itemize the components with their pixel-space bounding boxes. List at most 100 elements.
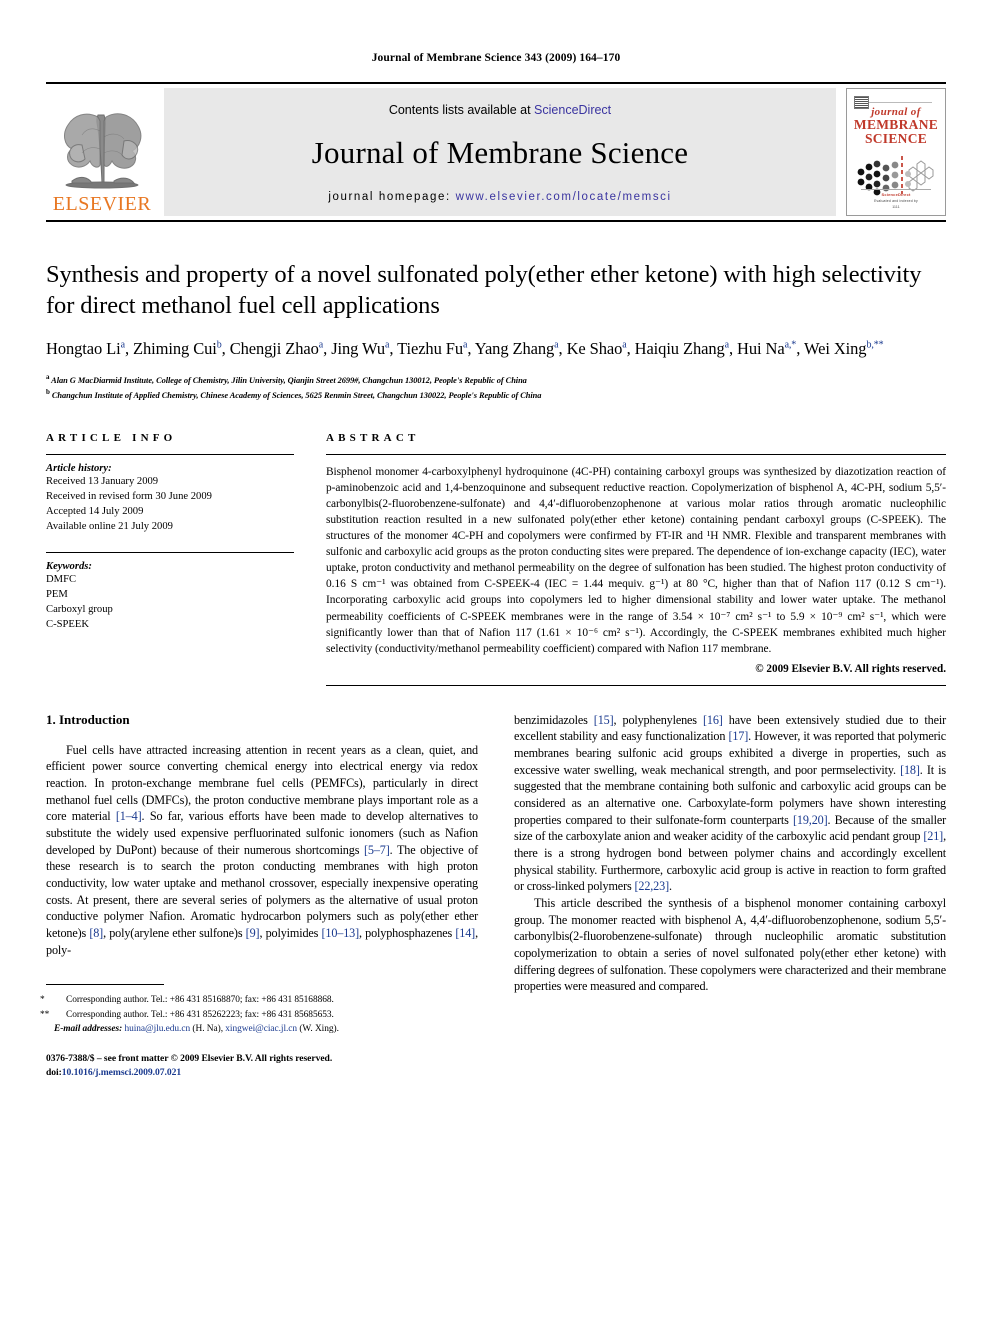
author-affiliation-marker: b xyxy=(216,339,222,351)
email-owner-1: (H. Na), xyxy=(192,1023,223,1034)
cover-footer1: ScienceDirect xyxy=(881,192,911,197)
author-name: Ke Shao xyxy=(566,339,623,359)
intro-paragraph-right-1: benzimidazoles [15], polyphenylenes [16]… xyxy=(514,712,946,895)
author-affiliation-marker: a xyxy=(384,339,390,351)
citation-9[interactable]: [9] xyxy=(246,926,260,940)
intro-r-text-h: . xyxy=(668,879,672,894)
article-info-rule xyxy=(46,453,294,455)
journal-masthead: ELSEVIER Contents lists available at Sci… xyxy=(46,82,946,216)
article-history-item: Accepted 14 July 2009 xyxy=(46,505,144,517)
journal-cover-thumbnail[interactable]: journal of MEMBRANE SCIENCE ScienceDirec… xyxy=(846,88,946,216)
title-block: Synthesis and property of a novel sulfon… xyxy=(46,260,946,402)
affiliation-list: a Alan G MacDiarmid Institute, College o… xyxy=(46,372,946,402)
article-history-item: Received 13 January 2009 xyxy=(46,475,159,487)
author-affiliation-marker: a xyxy=(724,339,729,351)
affiliation-marker: b xyxy=(46,387,50,396)
article-history-item: Available online 21 July 2009 xyxy=(46,520,173,532)
doi-line: doi:10.1016/j.memsci.2009.07.021 xyxy=(46,1066,478,1080)
body-left-column: 1. Introduction Fuel cells have attracte… xyxy=(40,711,478,1080)
author-name: Haiqiu Zhang xyxy=(634,339,725,359)
article-info-column: ARTICLE INFO Article history: Received 1… xyxy=(46,432,294,686)
citation-14[interactable]: [14] xyxy=(455,926,475,940)
doi-link[interactable]: 10.1016/j.memsci.2009.07.021 xyxy=(62,1067,181,1078)
email-addresses-label: E-mail addresses: xyxy=(54,1023,123,1034)
affiliation: b Changchun Institute of Applied Chemist… xyxy=(46,387,542,400)
sciencedirect-link[interactable]: ScienceDirect xyxy=(534,103,611,117)
keywords-rule xyxy=(46,551,294,553)
citation-10-13[interactable]: [10–13] xyxy=(321,926,359,940)
abstract-rule xyxy=(326,453,946,455)
citation-18[interactable]: [18] xyxy=(900,763,920,777)
article-history-label: Article history: xyxy=(46,462,112,474)
keywords-lines: DMFC PEM Carboxyl group C-SPEEK xyxy=(46,572,294,632)
author-name: Wei Xing xyxy=(803,339,867,359)
elsevier-logo: ELSEVIER xyxy=(46,88,158,216)
journal-homepage-line: journal homepage: www.elsevier.com/locat… xyxy=(328,191,671,203)
intro-r-text-b: , polyphenylenes xyxy=(613,712,703,727)
email-owner-2: (W. Xing). xyxy=(299,1023,339,1034)
intro-text-e: , polyimides xyxy=(259,925,322,940)
author-affiliation-marker: a,* xyxy=(784,339,797,351)
keyword-item: PEM xyxy=(46,588,68,600)
footnote-text-2: Corresponding author. Tel.: +86 431 8526… xyxy=(66,1009,334,1020)
elsevier-tree-icon xyxy=(64,113,142,189)
footnote-rule xyxy=(46,984,164,986)
footnote-text-1: Corresponding author. Tel.: +86 431 8516… xyxy=(66,995,334,1006)
elsevier-wordmark: ELSEVIER xyxy=(52,193,152,215)
citation-22-23[interactable]: [22,23] xyxy=(634,879,669,893)
citation-17[interactable]: [17] xyxy=(728,729,748,743)
author-affiliation-marker: a xyxy=(622,339,627,351)
cover-footer2: Evaluated and indexed by xyxy=(874,199,918,203)
section-heading-introduction: 1. Introduction xyxy=(46,711,130,727)
body-right-column: benzimidazoles [15], polyphenylenes [16]… xyxy=(514,712,946,1080)
keyword-item: Carboxyl group xyxy=(46,603,113,615)
cover-footer3: 1111 xyxy=(892,205,900,209)
body-columns: 1. Introduction Fuel cells have attracte… xyxy=(40,711,946,1080)
info-abstract-row: ARTICLE INFO Article history: Received 1… xyxy=(46,432,946,686)
cover-footer: ScienceDirect Evaluated and indexed by 1… xyxy=(847,189,945,209)
article-history-lines: Received 13 January 2009 Received in revi… xyxy=(46,474,294,534)
footnote-block: * Corresponding author. Tel.: +86 431 851… xyxy=(40,984,478,1080)
intro-paragraph-right-2: This article described the synthesis of … xyxy=(514,895,946,994)
intro-r-text-a: benzimidazoles xyxy=(514,712,594,727)
author-affiliation-marker: a xyxy=(318,339,324,351)
footnote-emails: E-mail addresses: huina@jlu.edu.cn (H. N… xyxy=(46,1022,478,1036)
email-link-2[interactable]: xingwei@ciac.jl.cn xyxy=(225,1024,297,1034)
citation-19-20[interactable]: [19,20] xyxy=(793,813,828,827)
cover-divider xyxy=(860,102,932,103)
running-head: Journal of Membrane Science 343 (2009) 1… xyxy=(371,52,621,64)
article-info-heading: ARTICLE INFO xyxy=(46,431,177,444)
contents-available-line: Contents lists available at ScienceDirec… xyxy=(389,103,611,117)
citation-8[interactable]: [8] xyxy=(89,926,103,940)
author-name: Yang Zhang xyxy=(474,339,555,359)
author-affiliation-marker: a xyxy=(462,339,468,351)
keywords-block: Keywords: DMFC PEM Carboxyl group C-SPEEK xyxy=(46,551,294,632)
author-affiliation-marker: a xyxy=(554,339,559,351)
citation-21[interactable]: [21] xyxy=(923,829,943,843)
email-link-1[interactable]: huina@jlu.edu.cn xyxy=(124,1024,190,1034)
footnote-corresponding-2: ** Corresponding author. Tel.: +86 431 85… xyxy=(40,1008,478,1022)
cover-elsevier-mark-icon xyxy=(854,96,869,109)
keyword-item: DMFC xyxy=(46,573,77,585)
intro-text-f: , polyphosphazenes xyxy=(359,925,456,940)
contents-prefix: Contents lists available at xyxy=(388,103,535,117)
abstract-text: Bisphenol monomer 4-carboxylphenyl hydro… xyxy=(326,465,946,655)
keywords-label: Keywords: xyxy=(46,560,92,572)
author-list: Hongtao Lia, Zhiming Cuib, Chengji Zhaoa… xyxy=(46,339,884,359)
author-affiliation-marker: a xyxy=(120,339,125,351)
citation-16[interactable]: [16] xyxy=(703,713,723,727)
citation-5-7[interactable]: [5–7] xyxy=(364,843,390,857)
author-name: Tiezhu Fu xyxy=(397,339,463,359)
author-name: Jing Wu xyxy=(331,339,385,359)
footnote-corresponding-1: * Corresponding author. Tel.: +86 431 851… xyxy=(40,993,478,1007)
author-affiliation-marker: b,** xyxy=(866,339,884,351)
journal-homepage-link[interactable]: www.elsevier.com/locate/memsci xyxy=(456,191,672,203)
cover-line2: MEMBRANE xyxy=(853,117,939,132)
citation-1-4[interactable]: [1–4] xyxy=(116,809,142,823)
author-name: Chengji Zhao xyxy=(229,339,319,359)
cover-line3: SCIENCE xyxy=(864,131,928,147)
cover-footer-divider xyxy=(861,189,931,190)
affiliation-marker: a xyxy=(46,373,50,382)
citation-15[interactable]: [15] xyxy=(594,713,614,727)
page-title: Synthesis and property of a novel sulfon… xyxy=(46,261,922,319)
